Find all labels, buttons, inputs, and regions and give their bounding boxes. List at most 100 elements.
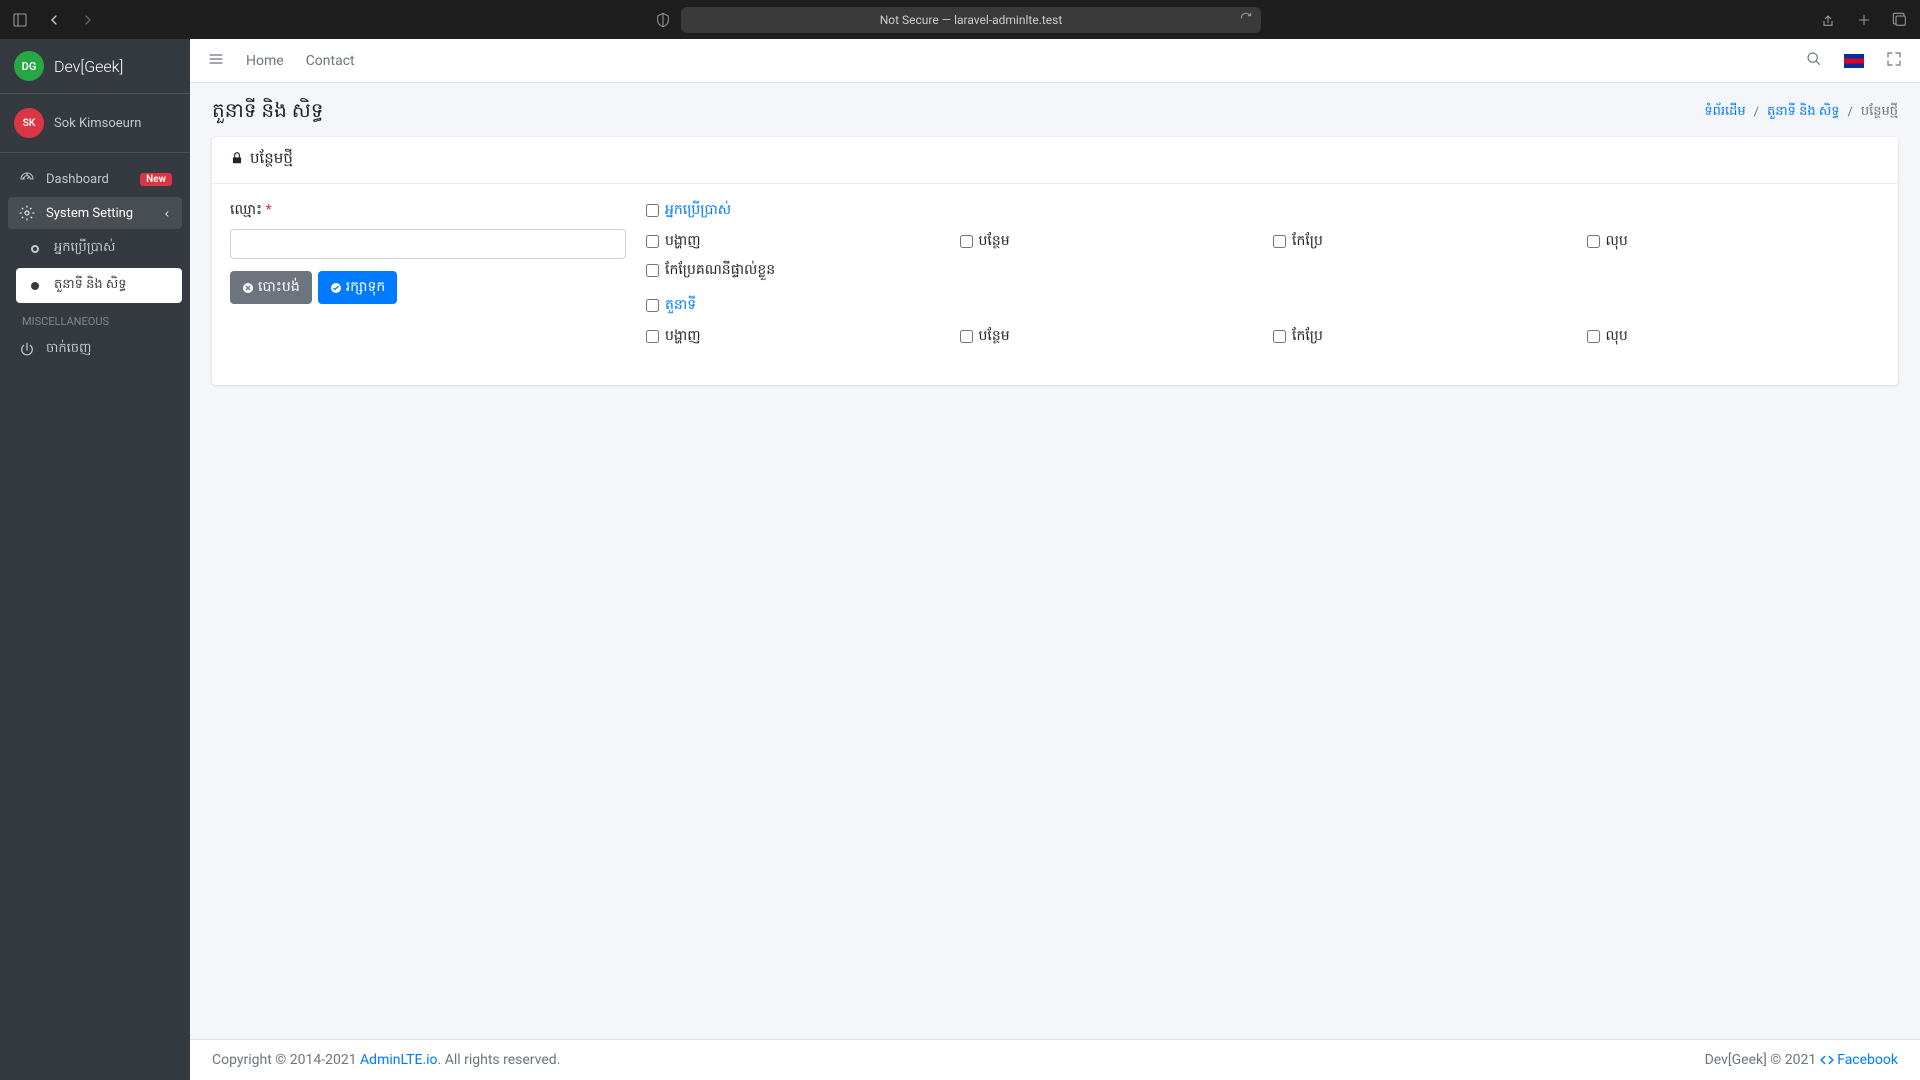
nav-section: Dashboard New System Setting អ្នកប្រើប្រ…	[0, 153, 190, 379]
perm-item: បង្ហាញ	[646, 231, 940, 252]
sidebar: DG Dev[Geek] SK Sok Kimsoeurn Dashboard …	[0, 39, 190, 1080]
perm-grid: បង្ហាញ បន្ថែម កែប្រែ លុប កែប្រែគណនីផ្ទាល…	[646, 231, 1880, 281]
perm-checkbox-delete[interactable]	[1587, 235, 1600, 248]
gear-icon	[18, 205, 36, 221]
menu-toggle-icon[interactable]	[208, 51, 224, 71]
share-icon[interactable]	[1820, 12, 1836, 28]
browser-address: Not Secure — laravel-adminlte.test	[108, 7, 1808, 33]
name-label: ឈ្មោះ *	[230, 200, 626, 221]
perm-checkbox-edit[interactable]	[1273, 330, 1286, 343]
page-title: តួនាទី និង សិទ្ធ	[212, 97, 323, 127]
dashboard-icon	[18, 171, 36, 187]
card-title: បន្ថែមថ្មី	[250, 149, 293, 171]
sidebar-item-system-setting[interactable]: System Setting	[8, 197, 182, 229]
shield-icon	[655, 12, 671, 28]
perm-checkbox-create[interactable]	[960, 330, 973, 343]
code-icon	[1820, 1053, 1834, 1067]
button-row: បោះបង់ រក្សាទុក	[230, 271, 626, 304]
badge-new: New	[140, 173, 172, 186]
power-icon	[18, 342, 36, 358]
save-button[interactable]: រក្សាទុក	[318, 271, 398, 304]
card-create-role: បន្ថែមថ្មី ឈ្មោះ * បោះបង់ រក្សាទុក	[212, 137, 1898, 385]
card-body: ឈ្មោះ * បោះបង់ រក្សាទុក	[212, 184, 1898, 385]
perm-item: កែប្រែគណនីផ្ទាល់ខ្លួន	[646, 260, 1880, 281]
content: Home Contact តួនាទី និង សិទ្ធ ទំព័រដើម /…	[190, 39, 1920, 1080]
sidebar-item-logout[interactable]: ចាក់ចេញ	[8, 332, 182, 367]
sidebar-item-label: Dashboard	[46, 172, 130, 187]
breadcrumb-current: បន្ថែមថ្មី	[1861, 103, 1898, 122]
perm-checkbox-edit[interactable]	[1273, 235, 1286, 248]
url-bar[interactable]: Not Secure — laravel-adminlte.test	[681, 7, 1261, 33]
perm-checkbox-delete[interactable]	[1587, 330, 1600, 343]
perm-item: បង្ហាញ	[646, 326, 940, 347]
page-header: តួនាទី និង សិទ្ធ ទំព័រដើម / តួនាទី និង ស…	[190, 83, 1920, 137]
sidebar-item-users[interactable]: អ្នកប្រើប្រាស់	[16, 231, 182, 266]
reload-icon[interactable]	[1239, 11, 1253, 28]
perm-checkbox-view[interactable]	[646, 330, 659, 343]
perm-item: លុប	[1587, 326, 1881, 347]
name-input[interactable]	[230, 229, 626, 259]
breadcrumb-sep: /	[1847, 105, 1852, 120]
topbar-right	[1806, 51, 1902, 71]
back-icon[interactable]	[46, 12, 62, 28]
perm-checkbox-view[interactable]	[646, 235, 659, 248]
topbar: Home Contact	[190, 39, 1920, 83]
search-icon[interactable]	[1806, 51, 1822, 71]
perm-group-users: អ្នកប្រើប្រាស់ បង្ហាញ បន្ថែម កែប្រែ លុប …	[646, 200, 1880, 281]
footer-copyright: Copyright © 2014-2021 AdminLTE.io. All r…	[212, 1052, 560, 1068]
topbar-link-contact[interactable]: Contact	[306, 53, 355, 69]
brand-name: Dev[Geek]	[54, 57, 123, 76]
forward-icon[interactable]	[80, 12, 96, 28]
browser-nav	[12, 12, 96, 28]
card-header: បន្ថែមថ្មី	[212, 137, 1898, 184]
sidebar-toggle-icon[interactable]	[12, 12, 28, 28]
brand[interactable]: DG Dev[Geek]	[0, 39, 190, 94]
sidebar-item-label: System Setting	[46, 206, 152, 221]
footer-right: Dev[Geek] © 2021 Facebook	[1705, 1052, 1898, 1068]
permissions-column: អ្នកប្រើប្រាស់ បង្ហាញ បន្ថែម កែប្រែ លុប …	[646, 200, 1880, 361]
circle-icon	[26, 282, 44, 290]
perm-group-head: តួនាទី	[646, 295, 1880, 316]
perm-checkbox-edit-own[interactable]	[646, 264, 659, 277]
brand-logo: DG	[14, 51, 44, 81]
footer-link-facebook[interactable]: Facebook	[1837, 1052, 1898, 1068]
sidebar-submenu: អ្នកប្រើប្រាស់ តួនាទី និង សិទ្ធ	[8, 231, 182, 303]
cancel-button[interactable]: បោះបង់	[230, 271, 312, 304]
footer: Copyright © 2014-2021 AdminLTE.io. All r…	[190, 1039, 1920, 1080]
sidebar-item-roles[interactable]: តួនាទី និង សិទ្ធ	[16, 268, 182, 303]
sidebar-item-label: តួនាទី និង សិទ្ធ	[54, 276, 172, 295]
footer-link-adminlte[interactable]: AdminLTE.io	[360, 1052, 438, 1068]
perm-item: កែប្រែ	[1273, 231, 1567, 252]
perm-group-title[interactable]: តួនាទី	[665, 295, 696, 316]
flag-cambodia-icon[interactable]	[1844, 54, 1864, 68]
nav-header-misc: MISCELLANEOUS	[8, 305, 182, 332]
sidebar-item-dashboard[interactable]: Dashboard New	[8, 163, 182, 195]
tabs-icon[interactable]	[1892, 12, 1908, 28]
perm-item: បន្ថែម	[960, 231, 1254, 252]
perm-item: លុប	[1587, 231, 1881, 252]
perm-group-checkbox-roles[interactable]	[646, 299, 659, 312]
perm-checkbox-create[interactable]	[960, 235, 973, 248]
user-panel[interactable]: SK Sok Kimsoeurn	[0, 94, 190, 153]
breadcrumb-home[interactable]: ទំព័រដើម	[1704, 103, 1745, 122]
browser-chrome: Not Secure — laravel-adminlte.test	[0, 0, 1920, 39]
required-mark: *	[266, 202, 272, 218]
topbar-link-home[interactable]: Home	[246, 53, 284, 69]
breadcrumb-sep: /	[1754, 105, 1759, 120]
perm-group-title[interactable]: អ្នកប្រើប្រាស់	[665, 200, 731, 221]
form-column: ឈ្មោះ * បោះបង់ រក្សាទុក	[230, 200, 626, 361]
fullscreen-icon[interactable]	[1886, 51, 1902, 71]
new-tab-icon[interactable]	[1856, 12, 1872, 28]
perm-group-checkbox-users[interactable]	[646, 204, 659, 217]
breadcrumb-parent[interactable]: តួនាទី និង សិទ្ធ	[1767, 103, 1839, 122]
lock-icon	[230, 151, 244, 169]
perm-group-head: អ្នកប្រើប្រាស់	[646, 200, 1880, 221]
user-name: Sok Kimsoeurn	[54, 116, 141, 131]
chevron-left-icon	[162, 208, 172, 218]
perm-item: កែប្រែ	[1273, 326, 1567, 347]
sidebar-item-label: ចាក់ចេញ	[46, 340, 172, 359]
circle-icon	[26, 245, 44, 253]
perm-grid: បង្ហាញ បន្ថែម កែប្រែ លុប	[646, 326, 1880, 347]
browser-right	[1820, 12, 1908, 28]
breadcrumb: ទំព័រដើម / តួនាទី និង សិទ្ធ / បន្ថែមថ្មី	[1704, 103, 1898, 122]
